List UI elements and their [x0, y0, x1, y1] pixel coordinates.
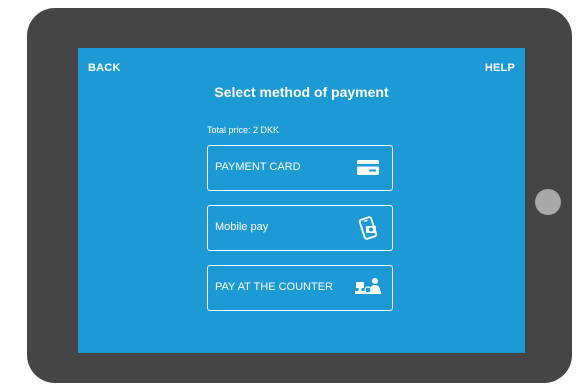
mobile-pay-label: Mobile pay: [215, 221, 269, 233]
page-title: Select method of payment: [214, 84, 389, 100]
total-price: Total price: 2 DKK: [207, 125, 280, 135]
mobile-pay-button[interactable]: Mobile pay: [207, 205, 393, 251]
back-button[interactable]: BACK: [88, 62, 121, 74]
pay-at-counter-label: PAY AT THE COUNTER: [215, 281, 333, 293]
help-button[interactable]: HELP: [485, 62, 515, 74]
payment-screen: BACK HELP Select method of payment Total…: [78, 48, 525, 353]
payment-card-button[interactable]: PAYMENT CARD: [207, 145, 393, 191]
pay-at-counter-button[interactable]: PAY AT THE COUNTER: [207, 265, 393, 311]
payment-card-label: PAYMENT CARD: [215, 161, 301, 173]
credit-card-icon: [354, 155, 382, 181]
home-button[interactable]: [535, 189, 561, 215]
counter-cashier-icon: [354, 275, 382, 301]
mobile-pay-icon: [354, 215, 382, 241]
